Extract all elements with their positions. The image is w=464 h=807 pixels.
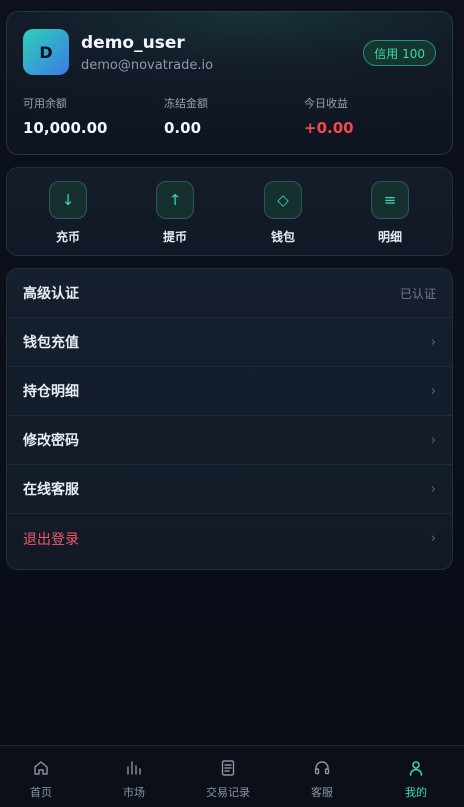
chevron-right-icon: › <box>430 334 436 350</box>
withdraw-button[interactable]: ↑ 提币 <box>145 181 205 245</box>
stat-value: +0.00 <box>304 119 354 137</box>
stat-today-profit: 今日收益 +0.00 <box>304 95 354 137</box>
menu-label: 修改密码 <box>23 433 79 449</box>
menu-label: 退出登录 <box>23 531 79 548</box>
arrow-up-icon[interactable]: ↑ <box>156 181 194 219</box>
chevron-right-icon: › <box>430 481 436 497</box>
credit-badge: 信用 100 <box>363 40 436 66</box>
menu-item-wallet-recharge[interactable]: 钱包充值 › <box>7 318 452 367</box>
stat-label: 今日收益 <box>304 97 348 110</box>
menu-item-online-support[interactable]: 在线客服 › <box>7 465 452 514</box>
list-icon[interactable]: ≡ <box>371 181 409 219</box>
menu-item-logout[interactable]: 退出登录 › <box>7 514 452 563</box>
menu-item-change-password[interactable]: 修改密码 › <box>7 416 452 465</box>
details-button[interactable]: ≡ 明细 <box>360 181 420 245</box>
nav-item-mine[interactable]: 我的 <box>376 758 456 800</box>
stat-label: 冻结金额 <box>164 97 208 110</box>
nav-item-support[interactable]: 客服 <box>282 758 362 800</box>
action-label: 提币 <box>162 230 187 244</box>
nav-label: 我的 <box>405 786 427 799</box>
document-icon <box>188 758 268 778</box>
chevron-right-icon: › <box>430 383 436 399</box>
stat-value: 10,000.00 <box>23 119 108 137</box>
headset-icon <box>282 758 362 778</box>
home-icon <box>1 758 81 778</box>
stat-label: 可用余额 <box>23 97 67 110</box>
nav-item-trade-records[interactable]: 交易记录 <box>188 758 268 800</box>
avatar[interactable]: D <box>23 29 69 75</box>
chevron-right-icon: › <box>430 432 436 448</box>
nav-label: 交易记录 <box>206 786 250 799</box>
menu-item-positions[interactable]: 持仓明细 › <box>7 367 452 416</box>
wallet-button[interactable]: ◇ 钱包 <box>253 181 313 245</box>
chevron-right-icon: › <box>430 531 436 546</box>
username: demo_user <box>81 33 185 53</box>
menu-item-advanced-verification[interactable]: 高级认证 已认证 <box>7 269 452 318</box>
action-label: 钱包 <box>270 230 295 244</box>
nav-item-market[interactable]: 市场 <box>94 758 174 800</box>
quick-actions: ↓ 充币 ↑ 提币 ◇ 钱包 ≡ 明细 <box>6 167 453 256</box>
user-email: demo@novatrade.io <box>81 58 214 73</box>
menu-label: 钱包充值 <box>23 335 79 351</box>
menu-label: 持仓明细 <box>23 384 79 400</box>
arrow-down-icon[interactable]: ↓ <box>49 181 87 219</box>
bar-chart-icon <box>94 758 174 778</box>
diamond-icon[interactable]: ◇ <box>264 181 302 219</box>
nav-label: 市场 <box>123 786 145 799</box>
stat-frozen-amount: 冻结金额 0.00 <box>164 95 208 137</box>
profile-page: D demo_user demo@novatrade.io 信用 100 可用余… <box>0 0 464 807</box>
nav-item-home[interactable]: 首页 <box>1 758 81 800</box>
nav-label: 客服 <box>311 786 333 799</box>
deposit-button[interactable]: ↓ 充币 <box>38 181 98 245</box>
verified-status: 已认证 <box>399 286 436 301</box>
menu-label: 在线客服 <box>23 482 79 498</box>
action-label: 充币 <box>55 230 80 244</box>
stat-value: 0.00 <box>164 119 202 137</box>
settings-menu: 高级认证 已认证 钱包充值 › 持仓明细 › 修改密码 › 在线客服 › 退出登… <box>6 268 453 570</box>
stat-available-balance: 可用余额 10,000.00 <box>23 95 107 137</box>
bottom-nav: 首页 市场 交易记录 客服 我的 <box>0 745 464 807</box>
user-icon <box>376 758 456 778</box>
nav-label: 首页 <box>30 786 52 799</box>
action-label: 明细 <box>377 230 402 244</box>
profile-card: D demo_user demo@novatrade.io 信用 100 可用余… <box>6 11 453 155</box>
menu-label: 高级认证 <box>23 286 79 302</box>
